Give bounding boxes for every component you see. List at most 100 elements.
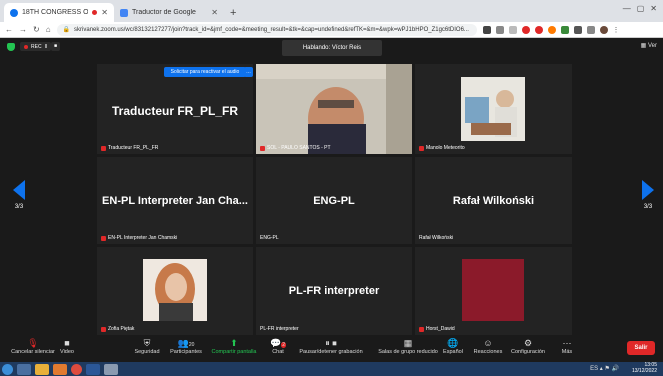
reload-icon[interactable]: ↻ [33, 25, 40, 34]
participant-name-large: PL-FR interpreter [288, 285, 380, 297]
muted-mic-icon [260, 145, 265, 151]
record-button[interactable]: ⏸ ⏹ Pausar/detener grabación [290, 338, 372, 355]
pause-stop-icon: ⏸ ⏹ [325, 338, 337, 348]
participant-label-text: Traducteur FR_PL_FR [108, 145, 159, 151]
extension-green-icon[interactable] [560, 25, 569, 34]
breakout-rooms-icon: ▦ [403, 338, 413, 348]
video-tile-pl-fr-interpreter[interactable]: PL-FR interpreter PL-FR interpreter [256, 247, 412, 335]
participants-label: Participantes [170, 349, 202, 355]
windows-taskbar [0, 362, 663, 376]
video-tile-paulo-santos[interactable]: SOL - PAULO SANTOS - PT [256, 64, 412, 154]
chat-icon: 💬2 [270, 338, 286, 348]
close-tab-icon[interactable]: ✕ [101, 8, 108, 17]
taskbar-clock[interactable]: 13:05 13/12/2022 [632, 362, 657, 374]
extension-red-icon[interactable] [521, 25, 530, 34]
participant-label-text: PL-FR interpreter [260, 326, 299, 332]
participants-button[interactable]: 👥20 Participantes [166, 338, 206, 355]
video-tile-traducteur[interactable]: Traducteur FR_PL_FR Solicitar para react… [97, 64, 253, 154]
media-icon[interactable] [53, 363, 67, 375]
more-options-icon[interactable]: … [244, 67, 253, 77]
paint-icon[interactable] [104, 363, 118, 375]
new-tab-icon[interactable]: + [224, 7, 242, 22]
security-label: Seguridad [134, 349, 160, 355]
explorer-icon[interactable] [17, 363, 31, 375]
url-text: skrivanek.zoom.us/wc/83132127277/join?tr… [74, 26, 469, 33]
video-tile-en-pl-interpreter[interactable]: EN-PL Interpreter Jan Cha... EN-PL Inter… [97, 157, 253, 244]
participant-label: EN-PL Interpreter Jan Chamski [101, 235, 177, 241]
video-tile-zofia[interactable]: Zofia Piętak [97, 247, 253, 335]
recording-indicator[interactable]: REC II [20, 42, 52, 51]
participant-label-text: Horst_Dawid [426, 326, 455, 332]
muted-mic-icon [419, 145, 424, 151]
extension-opera-icon[interactable] [534, 25, 543, 34]
chevron-right-icon [642, 180, 654, 200]
menu-dots-icon[interactable]: ⋮ [612, 25, 621, 34]
share-screen-button[interactable]: ⬆ Compartir pantalla [209, 338, 259, 355]
participant-label: PL-FR interpreter [260, 326, 299, 332]
video-tile-eng-pl[interactable]: ENG-PL ENG-PL [256, 157, 412, 244]
security-button[interactable]: ⛨ Seguridad [132, 338, 162, 355]
start-icon[interactable] [2, 363, 13, 375]
settings-button[interactable]: ⚙ Configuración [508, 338, 548, 355]
extensions: ⋮ [482, 25, 621, 34]
muted-mic-icon [101, 326, 106, 332]
forward-icon[interactable]: → [19, 25, 27, 34]
reactions-button[interactable]: ☺ Reacciones [472, 338, 504, 355]
chrome-icon[interactable] [71, 363, 82, 375]
chat-button[interactable]: 💬2 Chat [268, 338, 288, 355]
folder-icon[interactable] [35, 363, 49, 375]
extension-orange-icon[interactable] [547, 25, 556, 34]
camera-icon[interactable] [482, 25, 491, 34]
sidebar-icon[interactable] [586, 25, 595, 34]
participant-name-large: Rafał Wilkoński [452, 195, 535, 207]
profile-avatar[interactable] [599, 25, 608, 34]
participant-name-large: ENG-PL [313, 195, 355, 207]
next-page-button[interactable]: 3/3 [638, 180, 658, 210]
url-field[interactable]: 🔒 skrivanek.zoom.us/wc/83132127277/join?t… [56, 23, 477, 36]
view-label: Ver [647, 43, 657, 49]
breakout-rooms-button[interactable]: ▦ Salas de grupo reducido [378, 338, 438, 355]
participant-label-text: ENG-PL [260, 235, 279, 241]
unmute-label: Cancelar silenciar [11, 349, 55, 355]
unmute-button[interactable]: 🎙 Cancelar silenciar [10, 338, 56, 355]
share-icon[interactable] [495, 25, 504, 34]
tab-ecbf[interactable]: 18TH CONGRESS OF ECBF ✕ [4, 3, 114, 22]
security-shield-icon[interactable] [7, 43, 15, 51]
recording-dot-icon [92, 10, 98, 15]
star-icon[interactable] [508, 25, 517, 34]
more-button[interactable]: ⋯ Más [558, 338, 576, 355]
muted-mic-icon: 🎙 [27, 338, 39, 348]
close-tab-icon[interactable]: ✕ [211, 8, 218, 17]
participant-label: Traducteur FR_PL_FR [101, 145, 158, 151]
more-label: Más [561, 349, 573, 355]
participant-label: Horst_Dawid [419, 326, 455, 332]
participant-label-text: Rafał Wilkoński [419, 235, 454, 241]
clock-date: 13/12/2022 [631, 368, 657, 374]
share-screen-icon: ⬆ [230, 338, 238, 348]
unmute-request-banner[interactable]: Solicitar para reactivar el audio [164, 67, 246, 77]
google-translate-icon [120, 8, 128, 17]
back-icon[interactable]: ← [5, 25, 13, 34]
home-icon[interactable]: ⌂ [46, 25, 51, 34]
tab-google-translate[interactable]: Traductor de Google ✕ [114, 3, 224, 22]
video-button[interactable]: ■ Video [56, 338, 78, 355]
view-button[interactable]: ▦ Ver [641, 42, 657, 49]
leave-button[interactable]: Salir [627, 341, 655, 355]
video-tile-horst[interactable]: Horst_Dawid [415, 247, 572, 335]
zoom-toolbar: 🎙 Cancelar silenciar ■ Video ⛨ Seguridad… [0, 336, 663, 362]
participant-avatar-photo [461, 77, 525, 141]
muted-mic-icon [101, 235, 106, 241]
more-dots-icon: ⋯ [562, 338, 572, 348]
language-button[interactable]: 🌐 Español [440, 338, 466, 355]
video-tile-manolo[interactable]: Manolo Meteorito [415, 64, 572, 154]
video-tile-rafal[interactable]: Rafał Wilkoński Rafał Wilkoński [415, 157, 572, 244]
stop-record-icon[interactable]: ■ [51, 42, 60, 51]
close-window-icon[interactable]: ✕ [650, 4, 657, 13]
language-indicator[interactable]: ES [590, 366, 598, 372]
prev-page-button[interactable]: 3/3 [9, 180, 29, 210]
puzzle-icon[interactable] [573, 25, 582, 34]
maximize-icon[interactable]: ▢ [637, 4, 645, 13]
word-icon[interactable] [86, 363, 100, 375]
shield-icon: ⛨ [143, 338, 151, 348]
minimize-icon[interactable]: — [623, 4, 631, 13]
